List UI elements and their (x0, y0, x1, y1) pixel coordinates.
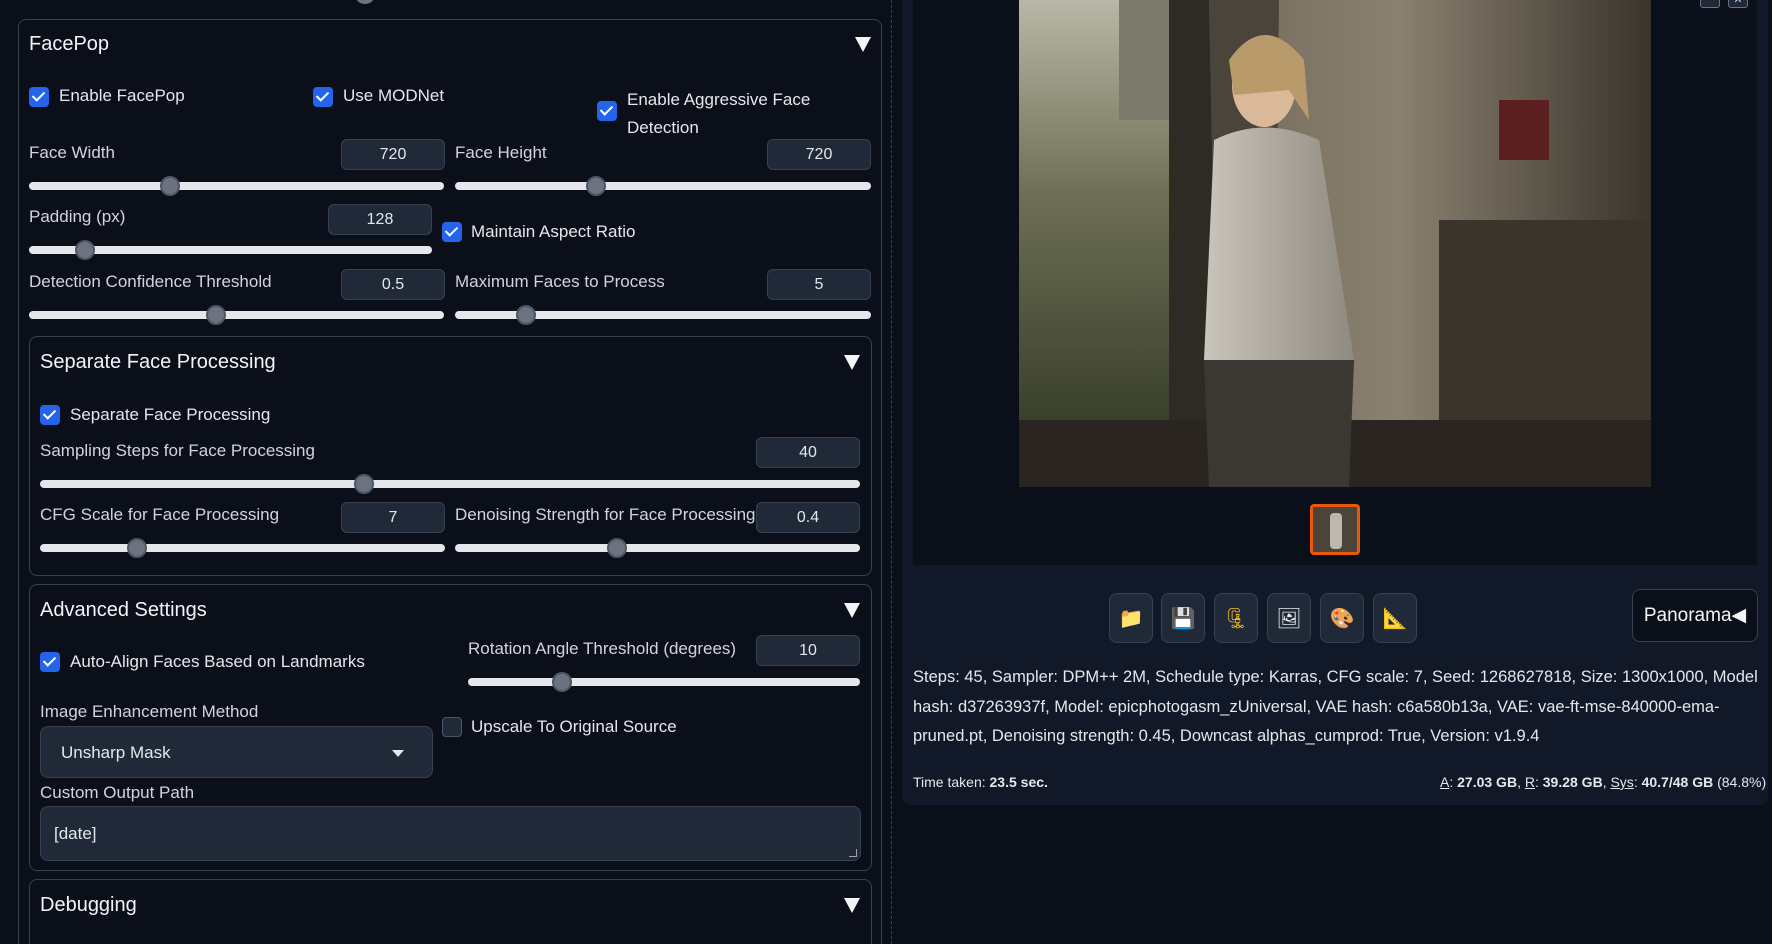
upscale-checkbox[interactable] (442, 717, 462, 737)
denoise-input[interactable]: 0.4 (756, 502, 860, 533)
rotation-input[interactable]: 10 (756, 635, 860, 666)
panorama-button[interactable]: Panorama◀ (1632, 589, 1758, 642)
memory-usage: A: 27.03 GB, R: 39.28 GB, Sys: 40.7/48 G… (1440, 774, 1767, 790)
face-width-slider[interactable] (29, 176, 444, 196)
thumbnail-figure (1330, 513, 1342, 549)
denoise-slider-thumb[interactable] (607, 538, 627, 558)
time-taken-label: Time taken: (913, 774, 986, 790)
padding-label: Padding (px) (29, 207, 126, 226)
debugging-panel (29, 879, 872, 944)
facepop-collapse-icon[interactable] (855, 37, 871, 52)
padding-input[interactable]: 128 (328, 204, 432, 235)
mem-r-label: R (1524, 774, 1535, 790)
send-to-img2img-button[interactable]: 🖼 (1267, 593, 1311, 643)
padding-slider[interactable] (29, 240, 432, 260)
separate-title: Separate Face Processing (40, 351, 276, 373)
auto-align-label: Auto-Align Faces Based on Landmarks (70, 652, 365, 671)
max-faces-label: Maximum Faces to Process (455, 272, 665, 291)
confidence-slider-thumb[interactable] (205, 305, 226, 325)
sampling-steps-input[interactable]: 40 (756, 437, 860, 468)
cfg-scale-label: CFG Scale for Face Processing (40, 505, 280, 524)
enhance-method-value: Unsharp Mask (61, 743, 171, 762)
face-width-label: Face Width (29, 143, 115, 162)
send-to-inpaint-button[interactable]: 🎨 (1320, 593, 1364, 643)
separate-face-label: Separate Face Processing (70, 405, 271, 424)
gallery-thumbnail[interactable] (1310, 504, 1360, 555)
generated-image[interactable] (1019, 0, 1651, 487)
output-path-label: Custom Output Path (40, 783, 195, 802)
upscale-label: Upscale To Original Source (471, 717, 677, 736)
rotation-slider-thumb[interactable] (552, 672, 573, 692)
time-taken: Time taken: 23.5 sec. (913, 774, 1048, 790)
sampling-steps-slider[interactable] (40, 474, 860, 494)
confidence-slider[interactable] (29, 305, 444, 325)
send-to-extras-button[interactable]: 📐 (1373, 593, 1417, 643)
confidence-input[interactable]: 0.5 (341, 269, 445, 300)
picture-icon: 🖼 (1276, 607, 1302, 630)
mem-a-label: A (1440, 774, 1450, 790)
time-taken-value: 23.5 sec. (989, 774, 1048, 790)
facepop-title: FacePop (29, 33, 110, 55)
sampling-steps-slider-thumb[interactable] (353, 474, 374, 494)
output-path-input[interactable]: [date] (40, 806, 861, 861)
maintain-aspect-checkbox[interactable] (442, 222, 462, 242)
generation-info: Steps: 45, Sampler: DPM++ 2M, Schedule t… (913, 668, 1758, 745)
enable-facepop-label: Enable FacePop (59, 86, 185, 105)
download-icon[interactable] (1700, 0, 1720, 8)
separate-collapse-icon[interactable] (844, 355, 860, 370)
rotation-label: Rotation Angle Threshold (degrees) (468, 639, 737, 658)
debugging-collapse-icon[interactable] (844, 898, 860, 913)
triangle-ruler-icon: 📐 (1382, 607, 1408, 630)
close-icon[interactable]: ✕ (1728, 0, 1748, 8)
dropdown-caret-icon (392, 750, 404, 757)
confidence-label: Detection Confidence Threshold (29, 272, 272, 291)
archive-icon: 🗜 (1223, 607, 1249, 630)
separate-face-checkbox[interactable] (40, 405, 60, 425)
face-width-input[interactable]: 720 (341, 139, 445, 170)
face-width-slider-thumb[interactable] (160, 176, 181, 196)
generated-image-scene (1019, 0, 1651, 487)
folder-icon: 📁 (1118, 607, 1144, 630)
debugging-title: Debugging (40, 894, 137, 916)
top-slider-thumb-partial[interactable] (356, 0, 374, 4)
column-divider (891, 0, 892, 944)
advanced-title: Advanced Settings (40, 599, 207, 621)
zip-button[interactable]: 🗜 (1214, 593, 1258, 643)
max-faces-input[interactable]: 5 (767, 269, 871, 300)
mem-r-value: 39.28 GB (1542, 774, 1603, 790)
mem-sys-label: Sys (1610, 774, 1634, 790)
max-faces-slider[interactable] (455, 305, 871, 325)
save-button[interactable]: 💾 (1161, 593, 1205, 643)
open-folder-button[interactable]: 📁 (1109, 593, 1153, 643)
use-modnet-checkbox[interactable] (313, 87, 333, 107)
rotation-slider[interactable] (468, 672, 860, 692)
advanced-collapse-icon[interactable] (844, 603, 860, 618)
enable-facepop-checkbox[interactable] (29, 87, 49, 107)
use-modnet-label: Use MODNet (343, 86, 445, 105)
denoise-slider[interactable] (455, 538, 860, 558)
mem-a-value: 27.03 GB (1457, 774, 1518, 790)
enhance-method-label: Image Enhancement Method (40, 702, 259, 721)
mem-sys-value: 40.7/48 GB (1641, 774, 1714, 790)
face-height-slider[interactable] (455, 176, 871, 196)
cfg-scale-slider[interactable] (40, 538, 445, 558)
auto-align-checkbox[interactable] (40, 652, 60, 672)
resize-handle-icon[interactable] (849, 849, 857, 857)
floppy-disk-icon: 💾 (1170, 607, 1196, 630)
face-height-input[interactable]: 720 (767, 139, 871, 170)
sampling-steps-label: Sampling Steps for Face Processing (40, 441, 315, 460)
palette-icon: 🎨 (1329, 607, 1355, 630)
denoise-label: Denoising Strength for Face Processing (455, 505, 756, 524)
maintain-aspect-label: Maintain Aspect Ratio (471, 222, 636, 241)
aggressive-detection-label: Enable Aggressive Face Detection (627, 90, 811, 137)
panorama-label: Panorama◀ (1643, 605, 1747, 626)
enhance-method-select[interactable]: Unsharp Mask (40, 726, 433, 778)
max-faces-slider-thumb[interactable] (515, 305, 536, 325)
output-path-value: [date] (54, 824, 97, 843)
mem-percent: (84.8%) (1717, 774, 1767, 790)
aggressive-detection-checkbox[interactable] (597, 101, 617, 121)
face-height-label: Face Height (455, 143, 547, 162)
cfg-scale-input[interactable]: 7 (341, 502, 445, 533)
